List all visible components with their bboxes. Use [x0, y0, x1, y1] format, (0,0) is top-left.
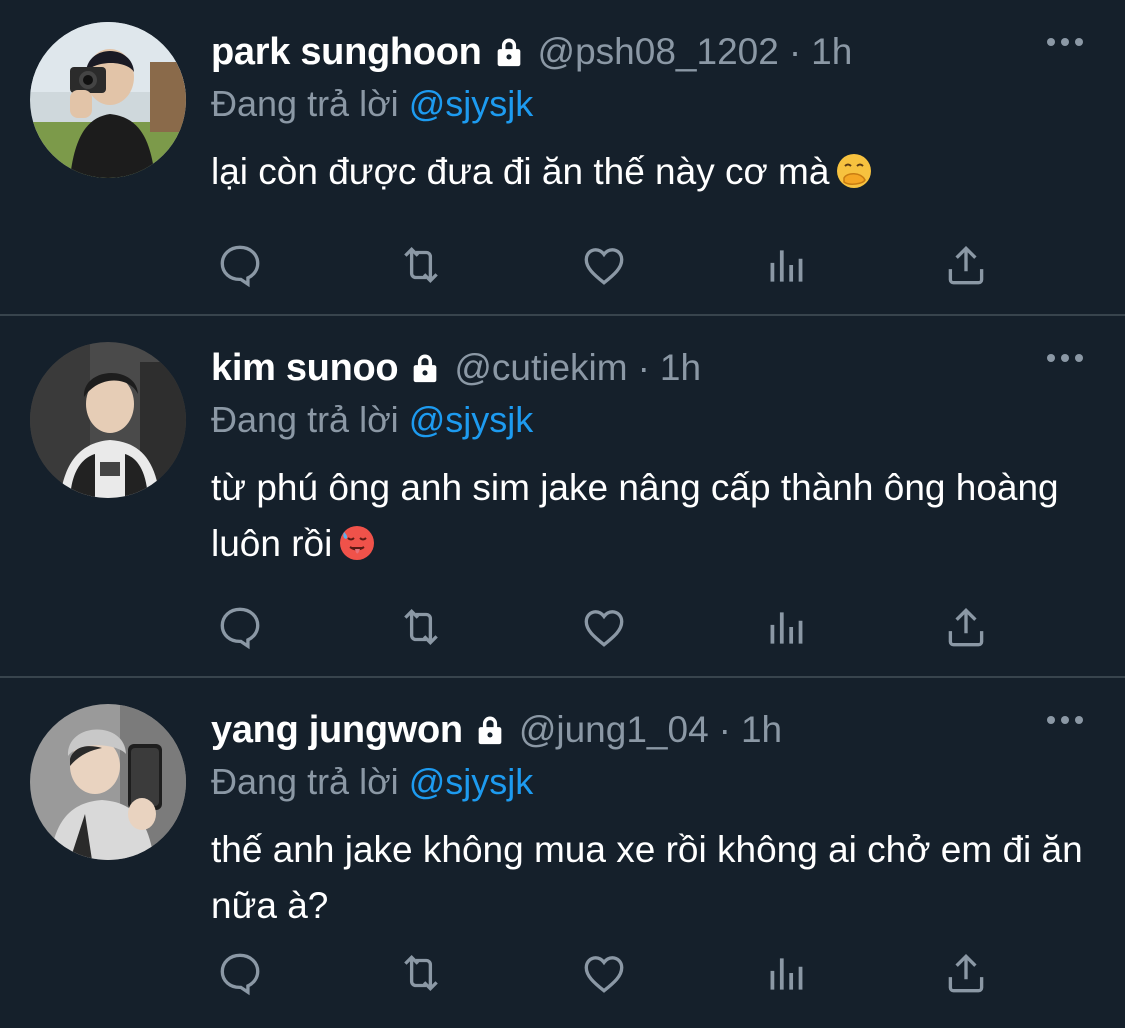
tweet-text-body: thế anh jake không mua xe rồi không ai c…: [211, 829, 1083, 926]
face-with-hand-over-mouth-emoji: [835, 150, 873, 188]
action-bar: [211, 602, 991, 652]
timestamp[interactable]: 1h: [741, 709, 782, 751]
separator-dot: ·: [788, 31, 802, 72]
timestamp[interactable]: 1h: [660, 347, 701, 389]
separator-dot: ·: [718, 709, 731, 750]
lock-icon: [492, 35, 526, 69]
more-options-icon[interactable]: [1045, 348, 1085, 368]
mention-link[interactable]: @sjysjk: [409, 761, 534, 802]
views-icon[interactable]: [762, 240, 812, 290]
share-icon[interactable]: [941, 240, 991, 290]
mention-link[interactable]: @sjysjk: [409, 83, 534, 124]
replying-to: Đang trả lời @sjysjk: [211, 80, 1085, 128]
reply-icon[interactable]: [215, 948, 265, 998]
avatar[interactable]: [30, 342, 186, 498]
like-icon[interactable]: [579, 602, 629, 652]
tweet[interactable]: yang jungwon @jung1_04 · 1h Đang trả lời…: [0, 678, 1125, 1028]
replying-to-label: Đang trả lời: [211, 761, 399, 802]
retweet-icon[interactable]: [396, 602, 446, 652]
reply-icon[interactable]: [215, 602, 265, 652]
display-name[interactable]: kim sunoo: [211, 347, 399, 390]
tweet-header: yang jungwon @jung1_04 · 1h: [211, 702, 1085, 758]
action-bar: [211, 948, 991, 998]
like-icon[interactable]: [579, 240, 629, 290]
tweet[interactable]: kim sunoo @cutiekim · 1h Đang trả lời @s…: [0, 316, 1125, 678]
lock-icon: [408, 351, 442, 385]
user-handle[interactable]: @psh08_1202: [538, 31, 779, 73]
like-icon[interactable]: [579, 948, 629, 998]
timestamp[interactable]: 1h: [811, 31, 852, 73]
display-name[interactable]: yang jungwon: [211, 709, 463, 752]
tweet-text: từ phú ông anh sim jake nâng cấp thành ô…: [211, 460, 1085, 572]
replying-to: Đang trả lời @sjysjk: [211, 758, 1085, 806]
user-handle[interactable]: @cutiekim: [454, 347, 627, 389]
tweet-header: park sunghoon @psh08_1202 · 1h: [211, 24, 1085, 80]
share-icon[interactable]: [941, 948, 991, 998]
tweet-text: lại còn được đưa đi ăn thế này cơ mà: [211, 144, 1085, 200]
replying-to: Đang trả lời @sjysjk: [211, 396, 1085, 444]
display-name[interactable]: park sunghoon: [211, 31, 482, 74]
more-options-icon[interactable]: [1045, 32, 1085, 52]
views-icon[interactable]: [762, 948, 812, 998]
avatar[interactable]: [30, 22, 186, 178]
retweet-icon[interactable]: [396, 948, 446, 998]
tweet-text: thế anh jake không mua xe rồi không ai c…: [211, 822, 1085, 934]
action-bar: [211, 240, 991, 290]
replying-to-label: Đang trả lời: [211, 83, 399, 124]
reply-icon[interactable]: [215, 240, 265, 290]
lock-icon: [473, 713, 507, 747]
views-icon[interactable]: [762, 602, 812, 652]
replying-to-label: Đang trả lời: [211, 399, 399, 440]
separator-dot: ·: [637, 347, 650, 388]
user-handle[interactable]: @jung1_04: [519, 709, 709, 751]
share-icon[interactable]: [941, 602, 991, 652]
more-options-icon[interactable]: [1045, 710, 1085, 730]
mention-link[interactable]: @sjysjk: [409, 399, 534, 440]
avatar[interactable]: [30, 704, 186, 860]
tweet-text-body: lại còn được đưa đi ăn thế này cơ mà: [211, 151, 830, 192]
hot-face-emoji: [338, 522, 376, 560]
tweet[interactable]: park sunghoon @psh08_1202 · 1h Đang trả …: [0, 0, 1125, 316]
retweet-icon[interactable]: [396, 240, 446, 290]
tweet-header: kim sunoo @cutiekim · 1h: [211, 340, 1085, 396]
